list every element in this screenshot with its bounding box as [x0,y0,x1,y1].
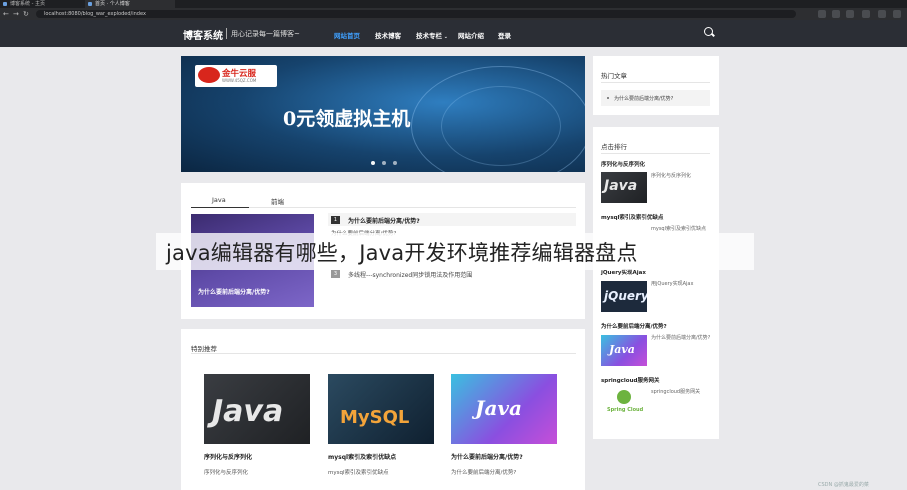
nav-tech-blog[interactable]: 技术博客 [375,30,401,40]
nav-tech-column[interactable]: 技术专栏 ⌄ [416,30,448,40]
rank-image-word: jQuery [604,289,647,303]
rank-item-title[interactable]: mysql索引及索引优缺点 [601,213,663,221]
article-title[interactable]: 多线程---synchronized同步锁用法及作用范围 [348,270,472,279]
rank-item-title[interactable]: springcloud服务网关 [601,376,659,384]
featured-desc: 为什么要前后端分离/优势? [451,470,517,476]
tab-active-indicator [191,207,249,208]
spring-leaf-icon [617,390,631,404]
nav-about[interactable]: 网站介绍 [458,30,484,40]
page-favicon-icon [3,2,7,6]
rank-item-desc: 为什么要前后端分离/优势? [651,335,711,341]
rank-item-desc: mysql索引及索引优缺点 [651,226,706,232]
rank-image-word: Spring Cloud [607,407,644,413]
hot-article-title[interactable]: 为什么要前后端分离/优势? [614,95,673,102]
featured-title[interactable]: mysql索引及索引优缺点 [328,452,396,461]
site-header [0,20,907,47]
browser-tab-bar: 博客系统 - 主页 首页 · 个人博客 [0,0,907,8]
article-thumbnail-caption: 为什么要前后端分离/优势? [198,289,270,296]
chevron-down-icon: ⌄ [442,34,448,40]
site-slogan: 用心记录每一篇博客~ [231,30,300,38]
featured-divider [191,353,576,354]
tab-java[interactable]: Java [212,196,226,204]
featured-image-word: MySQL [340,407,410,428]
rank-thumbnail[interactable]: Spring Cloud [601,389,647,420]
download-icon[interactable] [846,10,854,18]
nav-login[interactable]: 登录 [498,30,511,40]
article-rank-badge: 3 [331,270,340,278]
rank-item-desc: 序列化与反序列化 [651,173,692,179]
click-ranking-heading: 点击排行 [601,143,627,151]
featured-image-word: Java [212,394,284,429]
hot-articles-heading: 热门文章 [601,72,627,80]
carousel-dot[interactable] [393,161,397,165]
rank-item-desc: 用jQuery实现Ajax [651,281,694,287]
rank-image-word: Java [604,178,638,194]
settings-icon[interactable] [878,10,886,18]
article-title[interactable]: 为什么要前后端分离/优势? [348,216,420,225]
tab-frontend[interactable]: 前端 [271,196,284,206]
sidebar-divider [601,153,710,154]
overlay-caption: java编辑器有哪些，Java开发环境推荐编辑器盘点 [166,241,638,265]
banner-headline: 0元领虚拟主机 [283,108,411,130]
featured-thumbnail-mysql[interactable]: MySQL [328,374,434,444]
rank-item-desc: springcloud服务网关 [651,389,701,395]
banner-logo-mark-icon [198,67,220,83]
rank-thumbnail[interactable]: Java [601,172,647,203]
featured-desc: mysql索引及索引优缺点 [328,470,389,476]
nav-home[interactable]: 网站首页 [334,30,360,40]
rank-image-word: Java [609,343,635,356]
browser-tab-active[interactable]: 首页 · 个人博客 [85,0,175,8]
page-favicon-icon [88,2,92,6]
banner-logo-url: WWW.45QZ.COM [222,78,257,83]
banner-globe-decoration [441,86,561,166]
rank-item-title[interactable]: 序列化与反序列化 [601,160,645,168]
url-field[interactable]: localhost:8080/blog_war_exploded/index [36,10,796,18]
profile-icon[interactable] [862,10,870,18]
bullet-icon [607,97,609,99]
bookmark-icon[interactable] [832,10,840,18]
featured-title[interactable]: 为什么要前后端分离/优势? [451,452,523,461]
rank-thumbnail[interactable]: jQuery [601,281,647,312]
extension-icon[interactable] [818,10,826,18]
featured-heading: 特别推荐 [191,345,217,353]
featured-title[interactable]: 序列化与反序列化 [204,452,252,461]
search-icon[interactable] [704,27,713,36]
more-menu-icon[interactable] [893,10,901,18]
featured-desc: 序列化与反序列化 [204,470,249,476]
sidebar-divider [601,82,710,83]
carousel-dot[interactable] [382,161,386,165]
featured-thumbnail-java[interactable]: Java [204,374,310,444]
back-icon[interactable]: ← [3,9,9,19]
brand-divider [226,28,227,39]
reload-icon[interactable]: ↻ [23,9,29,19]
carousel-dot[interactable] [371,161,375,165]
rank-thumbnail[interactable]: Java [601,335,647,366]
article-rank-badge: 1 [331,216,340,224]
forward-icon[interactable]: → [13,9,19,19]
watermark: CSDN @抓鬼最爱的菜 [818,482,869,488]
featured-image-word: Java [475,396,523,420]
hot-articles-card [593,56,719,115]
site-brand[interactable]: 博客系统 [183,27,223,42]
rank-item-title[interactable]: 为什么要前后端分离/优势? [601,322,667,330]
featured-thumbnail-java-gradient[interactable]: Java [451,374,557,444]
